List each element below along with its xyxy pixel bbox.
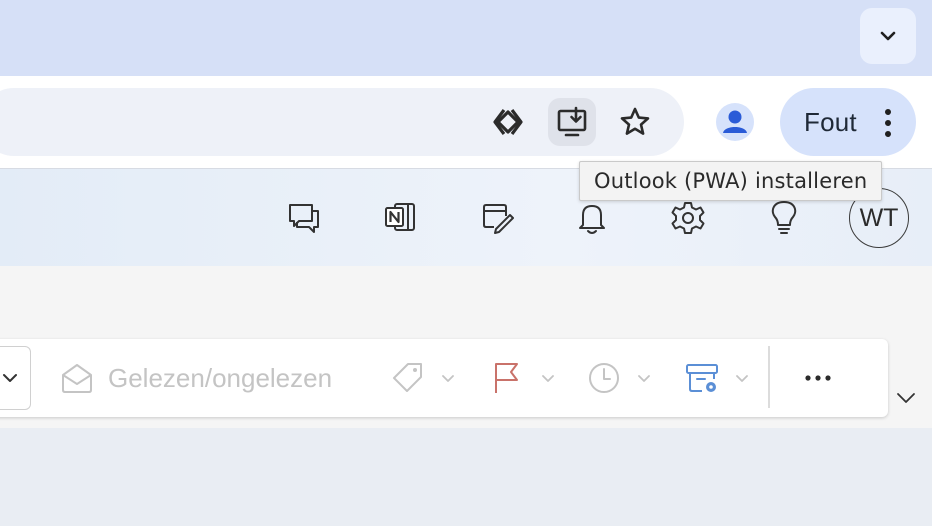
chevron-down-icon <box>442 375 454 382</box>
chevron-down-icon <box>897 393 915 403</box>
profile-error-chip[interactable]: Fout <box>780 88 916 156</box>
more-vert-icon[interactable] <box>882 108 894 138</box>
tab-search-button[interactable] <box>860 8 916 64</box>
categorize-button[interactable] <box>390 358 456 398</box>
chevron-down-icon <box>880 31 896 41</box>
snooze-clock-icon <box>589 363 619 393</box>
my-day-icon <box>483 204 514 234</box>
command-bar-divider <box>768 346 770 408</box>
bookmark-button[interactable] <box>612 99 658 145</box>
more-commands-button[interactable] <box>796 358 840 398</box>
settings-button[interactable] <box>664 194 712 242</box>
onenote-button[interactable] <box>376 193 424 241</box>
tag-icon <box>393 363 422 392</box>
chevron-down-icon <box>736 375 748 382</box>
extension-diamond-icon <box>493 109 523 135</box>
feedback-button[interactable] <box>280 194 328 242</box>
feedback-chat-icon <box>289 204 319 233</box>
browser-tab-strip <box>0 0 932 76</box>
more-dots-icon <box>805 375 831 381</box>
chevron-down-icon <box>638 375 650 382</box>
profile-person-icon <box>716 103 754 141</box>
tips-lightbulb-icon <box>771 201 797 234</box>
onenote-icon <box>385 203 415 231</box>
extension-button[interactable] <box>485 99 531 145</box>
profile-chip-label: Fout <box>804 106 857 137</box>
install-app-button[interactable] <box>548 98 596 146</box>
envelope-open-icon <box>62 364 92 393</box>
chevron-down-icon <box>542 375 554 382</box>
flag-button[interactable] <box>490 358 556 398</box>
flag-icon <box>495 363 518 393</box>
bookmark-star-icon <box>620 107 650 135</box>
settings-gear-icon <box>671 202 705 234</box>
notifications-button[interactable] <box>568 194 616 242</box>
archive-rules-icon <box>686 364 718 392</box>
install-tooltip: Outlook (PWA) installeren <box>579 161 883 201</box>
read-unread-label: Gelezen/ongelezen <box>108 362 333 393</box>
read-unread-button[interactable]: Gelezen/ongelezen <box>60 358 332 398</box>
chevron-down-icon <box>3 374 17 382</box>
message-list-area <box>0 428 932 526</box>
snooze-button[interactable] <box>586 358 652 398</box>
avatar-initials: WT <box>859 203 899 232</box>
install-app-icon <box>557 106 587 137</box>
my-day-button[interactable] <box>473 194 521 242</box>
ribbon-expand-button[interactable] <box>894 386 918 410</box>
profile-button[interactable] <box>712 99 758 145</box>
previous-command-dropdown[interactable] <box>0 346 31 410</box>
tips-button[interactable] <box>760 194 808 242</box>
rules-archive-button[interactable] <box>684 358 750 398</box>
notifications-bell-icon <box>579 205 605 234</box>
